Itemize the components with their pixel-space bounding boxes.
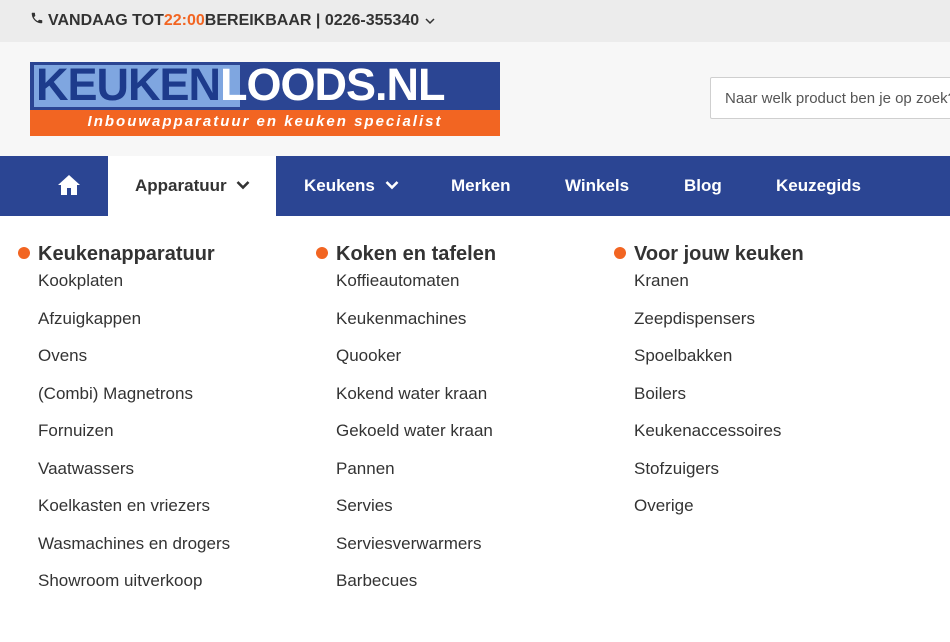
chevron-down-icon bbox=[236, 181, 250, 190]
menu-link[interactable]: Ovens bbox=[38, 345, 230, 383]
menu-link[interactable]: Keukenmachines bbox=[336, 308, 496, 346]
nav-blog[interactable]: Blog bbox=[684, 156, 722, 216]
contact-prefix: VANDAAG TOT bbox=[48, 11, 164, 29]
bullet-icon bbox=[316, 247, 328, 259]
logo-part1: KEUKEN bbox=[36, 59, 221, 110]
menu-link[interactable]: Kokend water kraan bbox=[336, 383, 496, 421]
menu-list: Koffieautomaten Keukenmachines Quooker K… bbox=[316, 270, 496, 608]
menu-heading: Koken en tafelen bbox=[316, 242, 496, 266]
chevron-down-icon bbox=[425, 12, 435, 30]
menu-link[interactable]: Stofzuigers bbox=[634, 458, 804, 496]
menu-column-keukenapparatuur: Keukenapparatuur Kookplaten Afzuigkappen… bbox=[18, 242, 230, 608]
menu-column-koken-en-tafelen: Koken en tafelen Koffieautomaten Keukenm… bbox=[316, 242, 496, 608]
menu-link[interactable]: Servies bbox=[336, 495, 496, 533]
menu-link[interactable]: Koffieautomaten bbox=[336, 270, 496, 308]
menu-list: Kookplaten Afzuigkappen Ovens (Combi) Ma… bbox=[18, 270, 230, 608]
nav-home[interactable] bbox=[30, 156, 108, 216]
menu-link[interactable]: Quooker bbox=[336, 345, 496, 383]
nav-apparatuur[interactable]: Apparatuur bbox=[108, 156, 276, 216]
menu-link[interactable]: (Combi) Magnetrons bbox=[38, 383, 230, 421]
chevron-down-icon bbox=[385, 181, 399, 190]
menu-column-voor-jouw-keuken: Voor jouw keuken Kranen Zeepdispensers S… bbox=[614, 242, 804, 533]
topbar: VANDAAG TOT 22:00 BEREIKBAAR | 0226-3553… bbox=[0, 0, 950, 42]
bullet-icon bbox=[614, 247, 626, 259]
menu-heading: Keukenapparatuur bbox=[18, 242, 230, 266]
nav-merken[interactable]: Merken bbox=[451, 156, 511, 216]
menu-link[interactable]: Kookplaten bbox=[38, 270, 230, 308]
bullet-icon bbox=[18, 247, 30, 259]
nav-winkels[interactable]: Winkels bbox=[565, 156, 629, 216]
logo-part2: LOODS.NL bbox=[220, 59, 445, 110]
menu-link[interactable]: Barbecues bbox=[336, 570, 496, 608]
menu-link[interactable]: Spoelbakken bbox=[634, 345, 804, 383]
menu-heading: Voor jouw keuken bbox=[614, 242, 804, 266]
menu-link[interactable]: Boilers bbox=[634, 383, 804, 421]
search-box bbox=[710, 77, 950, 119]
nav-keuzegids[interactable]: Keuzegids bbox=[776, 156, 861, 216]
menu-link[interactable]: Keukenaccessoires bbox=[634, 420, 804, 458]
phone-icon bbox=[30, 11, 46, 30]
opening-time: 22:00 bbox=[163, 11, 205, 29]
site-logo[interactable]: KEUKENLOODS.NL Inbouwapparatuur en keuke… bbox=[30, 59, 500, 136]
menu-link[interactable]: Koelkasten en vriezers bbox=[38, 495, 230, 533]
menu-link[interactable]: Serviesverwarmers bbox=[336, 533, 496, 571]
menu-link[interactable]: Gekoeld water kraan bbox=[336, 420, 496, 458]
mega-menu: Keukenapparatuur Kookplaten Afzuigkappen… bbox=[0, 216, 950, 642]
menu-link[interactable]: Wasmachines en drogers bbox=[38, 533, 230, 571]
menu-link[interactable]: Kranen bbox=[634, 270, 804, 308]
nav-apparatuur-label: Apparatuur bbox=[135, 176, 227, 195]
contact-phone: BEREIKBAAR | 0226-355340 bbox=[204, 11, 420, 29]
nav-keukens[interactable]: Keukens bbox=[304, 156, 399, 216]
menu-link[interactable]: Vaatwassers bbox=[38, 458, 230, 496]
header: KEUKENLOODS.NL Inbouwapparatuur en keuke… bbox=[0, 42, 950, 156]
contact-dropdown[interactable]: VANDAAG TOT 22:00 BEREIKBAAR | 0226-3553… bbox=[30, 11, 435, 30]
logo-text: KEUKENLOODS.NL bbox=[36, 59, 446, 110]
menu-link[interactable]: Afzuigkappen bbox=[38, 308, 230, 346]
home-icon bbox=[58, 174, 80, 195]
menu-link[interactable]: Overige bbox=[634, 495, 804, 533]
nav-keukens-label: Keukens bbox=[304, 176, 375, 195]
logo-tagline: Inbouwapparatuur en keuken specialist bbox=[87, 113, 443, 130]
menu-link[interactable]: Fornuizen bbox=[38, 420, 230, 458]
menu-list: Kranen Zeepdispensers Spoelbakken Boiler… bbox=[614, 270, 804, 533]
menu-link[interactable]: Zeepdispensers bbox=[634, 308, 804, 346]
menu-link[interactable]: Pannen bbox=[336, 458, 496, 496]
main-nav: Apparatuur Keukens Merken Winkels Blog K… bbox=[0, 156, 950, 216]
search-input[interactable] bbox=[711, 78, 950, 118]
menu-link[interactable]: Showroom uitverkoop bbox=[38, 570, 230, 608]
